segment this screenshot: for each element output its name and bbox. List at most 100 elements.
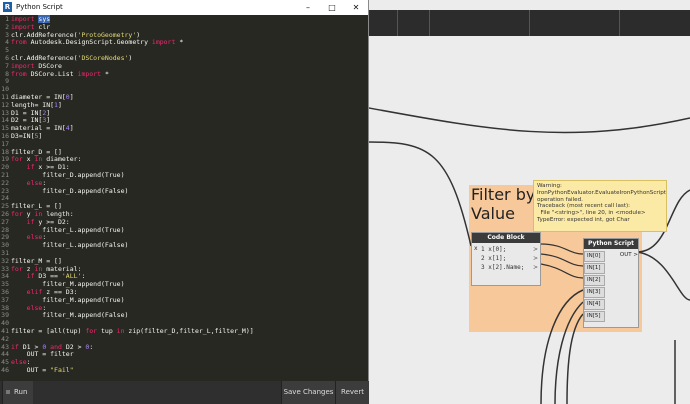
code-line[interactable]: filter_L.append(False) bbox=[11, 241, 129, 250]
python-node-input-port[interactable]: IN[1] bbox=[584, 263, 605, 274]
code-token: filter_D.append(False) bbox=[11, 186, 129, 195]
code-block-node[interactable]: Code Block x 1 x[0]; >2 x[1]; >3 x[2].Name… bbox=[471, 232, 541, 286]
save-changes-button[interactable]: Save Changes bbox=[281, 381, 335, 404]
wire[interactable] bbox=[566, 313, 584, 404]
python-node-input-port[interactable]: IN[2] bbox=[584, 275, 605, 286]
window-title: Python Script bbox=[16, 3, 63, 11]
run-icon bbox=[6, 390, 10, 394]
python-script-editor: R Python Script – □ ✕ 1 import sys 2 import… bbox=[0, 0, 369, 404]
wire[interactable] bbox=[540, 263, 584, 279]
code-token: : bbox=[26, 358, 31, 367]
code-token: filter_D.append(True) bbox=[11, 171, 125, 179]
code-line[interactable]: from Autodesk.DesignScript.Geometry impo… bbox=[11, 38, 183, 47]
wire[interactable] bbox=[636, 251, 690, 301]
code-block-line[interactable]: 2 x[1]; bbox=[481, 255, 506, 262]
code-token: * bbox=[104, 69, 109, 78]
code-token: and bbox=[50, 342, 66, 351]
revert-button[interactable]: Revert bbox=[335, 381, 369, 404]
code-token: filter_L = [] bbox=[11, 202, 62, 211]
python-node-input-port[interactable]: IN[0] bbox=[584, 251, 605, 262]
close-icon[interactable]: ✕ bbox=[344, 1, 368, 14]
code-token: clr.AddReference( bbox=[11, 30, 78, 39]
code-token: import bbox=[77, 69, 105, 78]
warning-line: File "<string>", line 20, in <module> bbox=[537, 210, 646, 217]
code-line[interactable]: filter = [all(tup) for tup in zip(filter… bbox=[11, 327, 254, 336]
code-token: ] bbox=[46, 116, 51, 125]
code-editor[interactable]: 1 import sys 2 import clr 3 clr.AddReference(… bbox=[0, 15, 368, 380]
line-number: 46 bbox=[1, 366, 9, 374]
code-block-line[interactable]: 3 x[2].Name; bbox=[481, 264, 524, 271]
code-block-line[interactable]: 1 x[0]; bbox=[481, 246, 506, 253]
code-token: ) bbox=[128, 54, 133, 62]
warning-bubble[interactable]: Warning: IronPythonEvaluator.EvaluateIron… bbox=[533, 180, 667, 232]
code-token: ] bbox=[69, 124, 74, 133]
code-line[interactable]: OUT = "Fail" bbox=[11, 366, 74, 375]
warning-line: Traceback (most recent call last): bbox=[537, 203, 631, 210]
code-token: filter = [all(tup) bbox=[11, 327, 86, 335]
code-token: filter_D = [] bbox=[11, 147, 62, 156]
code-token: filter_L.append(True) bbox=[11, 225, 125, 234]
code-line[interactable]: from DSCore.List import * bbox=[11, 69, 109, 79]
code-token: diameter: bbox=[46, 155, 82, 164]
minimize-icon[interactable]: – bbox=[296, 1, 320, 14]
wire[interactable] bbox=[369, 141, 472, 247]
code-token: for bbox=[85, 327, 102, 335]
python-node-input-port[interactable]: IN[3] bbox=[584, 287, 605, 298]
code-token: sys bbox=[38, 15, 51, 23]
code-block-input-port[interactable]: x bbox=[474, 245, 478, 252]
code-token: import bbox=[151, 38, 180, 47]
code-block-output-port[interactable]: > bbox=[533, 255, 538, 262]
wire[interactable] bbox=[540, 289, 584, 404]
code-token: : bbox=[81, 272, 86, 281]
code-token: filter_L.append(False) bbox=[11, 241, 129, 250]
wire[interactable] bbox=[554, 301, 584, 404]
code-token: elif bbox=[26, 288, 47, 296]
code-token: for bbox=[11, 264, 27, 273]
code-token: filter_M.append(True) bbox=[11, 280, 125, 289]
code-block-output-port[interactable]: > bbox=[533, 246, 538, 253]
code-token: D3=IN[ bbox=[11, 132, 35, 140]
code-line[interactable]: filter_M.append(False) bbox=[11, 311, 128, 320]
code-block-output-port[interactable]: > bbox=[533, 264, 538, 271]
code-token: import bbox=[11, 15, 39, 23]
code-token: in bbox=[34, 155, 47, 164]
code-token: ] bbox=[57, 100, 62, 109]
code-token: length: bbox=[46, 210, 74, 218]
python-script-node[interactable]: Python Script IN[0] IN[1] IN[2] IN[3] IN[4] I… bbox=[583, 238, 639, 328]
code-token: ] bbox=[38, 132, 43, 140]
code-token: ) bbox=[136, 30, 141, 39]
wire[interactable] bbox=[540, 243, 584, 255]
editor-footer: Run Save Changes Revert bbox=[0, 381, 369, 404]
dynamo-canvas[interactable]: Filter by pa Value Code Block x 1 x[0]; >… bbox=[369, 0, 690, 404]
wire[interactable] bbox=[540, 253, 584, 267]
code-token: "Fail" bbox=[50, 366, 74, 374]
code-line[interactable]: D3=IN[5] bbox=[11, 132, 43, 141]
code-token: else bbox=[26, 178, 43, 187]
code-token: from bbox=[11, 38, 31, 47]
code-token: else bbox=[26, 233, 43, 242]
code-token: Autodesk.DesignScript.Geometry bbox=[30, 38, 152, 47]
maximize-icon[interactable]: □ bbox=[320, 1, 344, 14]
warning-line: Warning: bbox=[537, 183, 562, 189]
python-node-output-port[interactable]: OUT > bbox=[620, 252, 638, 258]
code-line[interactable]: filter_D.append(False) bbox=[11, 186, 129, 196]
code-token: if bbox=[26, 272, 39, 281]
code-token: OUT = filter bbox=[11, 350, 74, 359]
code-token: ] bbox=[46, 108, 51, 117]
code-token: material: bbox=[46, 264, 82, 273]
code-token: tup bbox=[101, 327, 117, 335]
run-button[interactable]: Run bbox=[2, 381, 33, 404]
code-token: if bbox=[11, 342, 23, 351]
code-token: in bbox=[34, 210, 47, 218]
code-token: : bbox=[42, 233, 47, 242]
code-token: y >= D2: bbox=[38, 217, 70, 226]
code-token: diameter = IN[ bbox=[11, 93, 66, 101]
code-token: for bbox=[11, 210, 27, 218]
wire[interactable] bbox=[369, 107, 690, 134]
python-node-input-port[interactable]: IN[4] bbox=[584, 299, 605, 310]
code-token: zip(filter_D,filter_L,filter_M)] bbox=[128, 327, 254, 335]
python-node-input-port[interactable]: IN[5] bbox=[584, 311, 605, 322]
